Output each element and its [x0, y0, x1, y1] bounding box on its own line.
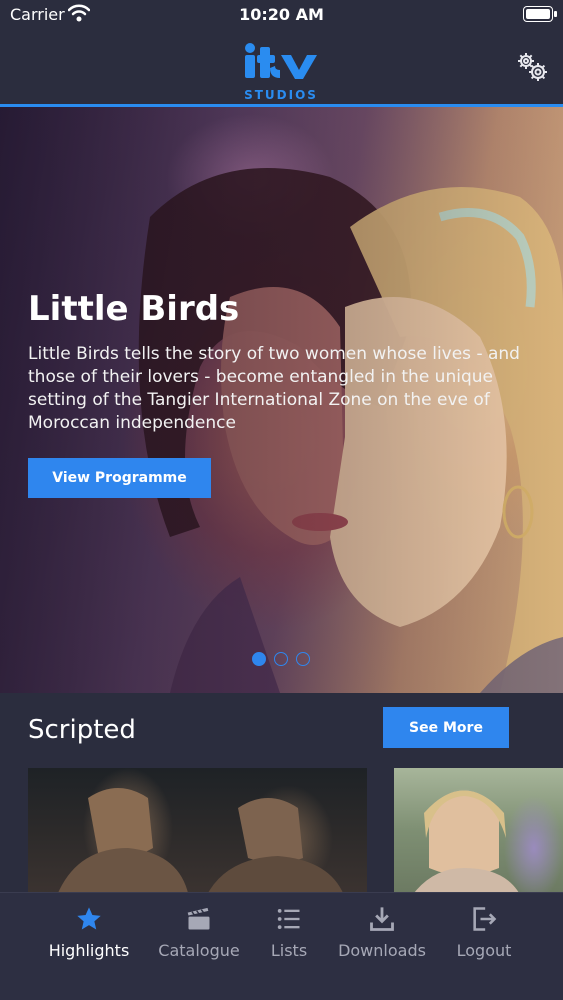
clapperboard-icon — [187, 907, 210, 930]
pager-dot[interactable] — [252, 652, 266, 666]
tab-downloads[interactable]: Downloads — [333, 893, 431, 973]
view-programme-button[interactable]: View Programme — [28, 458, 211, 498]
hero-banner[interactable]: Little Birds Little Birds tells the stor… — [0, 107, 563, 693]
pager-dot[interactable] — [296, 652, 310, 666]
tab-label: Catalogue — [158, 941, 240, 960]
section-title: Scripted — [28, 715, 136, 745]
hero-description: Little Birds tells the story of two wome… — [28, 344, 520, 433]
tab-lists[interactable]: Lists — [250, 893, 328, 973]
star-icon — [77, 907, 101, 930]
pager-dot[interactable] — [274, 652, 288, 666]
itv-studios-logo[interactable]: STUDIOS — [241, 38, 321, 102]
hero-title: Little Birds — [28, 289, 240, 329]
carousel-pager[interactable] — [252, 652, 310, 666]
clock: 10:20 AM — [239, 5, 324, 24]
tab-catalogue[interactable]: Catalogue — [150, 893, 248, 973]
tab-highlights[interactable]: Highlights — [40, 893, 138, 973]
list-icon — [277, 908, 300, 930]
see-more-button[interactable]: See More — [383, 707, 509, 748]
programme-thumbnail — [414, 790, 519, 893]
tab-label: Lists — [270, 941, 308, 960]
itv-logo-mark — [245, 43, 317, 79]
scripted-section: Scripted See More — [0, 693, 563, 893]
programme-thumbnail — [58, 788, 343, 893]
tab-bar: Highlights Catalogue Lists Downloads Log… — [0, 892, 563, 1000]
tab-label: Downloads — [338, 941, 426, 960]
app-header: STUDIOS — [0, 30, 563, 106]
download-icon — [370, 907, 394, 931]
logout-icon — [473, 907, 497, 931]
programme-card[interactable] — [394, 768, 563, 893]
battery-icon — [523, 6, 557, 22]
tab-label: Highlights — [48, 941, 130, 960]
settings-gears-icon[interactable] — [515, 50, 549, 84]
logo-studios-text: STUDIOS — [244, 88, 318, 102]
tab-logout[interactable]: Logout — [440, 893, 528, 973]
programme-card[interactable] — [28, 768, 367, 893]
tab-label: Logout — [456, 941, 512, 960]
status-bar: Carrier 10:20 AM — [0, 0, 563, 30]
